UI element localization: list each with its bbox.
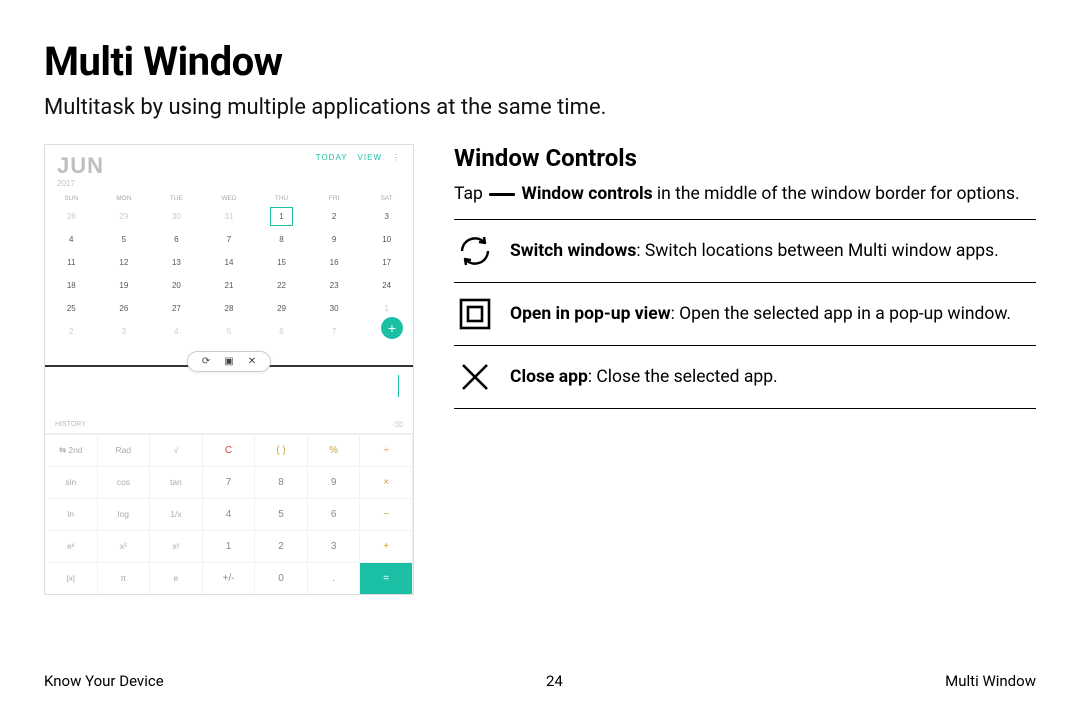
footer-left: Know Your Device (44, 672, 164, 690)
popup-view-icon (454, 293, 496, 335)
add-event-fab: + (381, 317, 403, 339)
footer-page: 24 (546, 672, 563, 690)
calendar-grid: SUNMONTUEWEDTHUFRISAT 282930311234567891… (45, 192, 413, 343)
switch-windows-icon (454, 230, 496, 272)
tap-line: Tap Window controls in the middle of the… (454, 182, 1036, 207)
close-app-icon (454, 356, 496, 398)
page-subtitle: Multitask by using multiple applications… (44, 95, 1036, 120)
close-icon: ✕ (248, 356, 256, 367)
calculator-display (45, 367, 413, 419)
calendar-view-link: VIEW (358, 153, 382, 162)
calendar-month: JUN (57, 153, 104, 178)
page-title: Multi Window (44, 38, 1036, 85)
content-row: JUN 2017 TODAY VIEW ⋮ SUNMONTUEWEDTHUFRI… (44, 144, 1036, 595)
page-footer: Know Your Device 24 Multi Window (44, 672, 1036, 690)
feature-list: Switch windows: Switch locations between… (454, 219, 1036, 409)
more-icon: ⋮ (392, 153, 401, 162)
feature-switch: Switch windows: Switch locations between… (454, 220, 1036, 283)
footer-right: Multi Window (945, 672, 1036, 690)
feature-popup: Open in pop-up view: Open the selected a… (454, 283, 1036, 346)
calendar-year: 2017 (57, 179, 104, 188)
backspace-icon: ⌫ (393, 421, 403, 429)
popup-icon: ▣ (224, 356, 233, 367)
calculator-keypad: ⇆ 2ndRad√C( )%÷sincostan789×lnlog1/x456−… (45, 434, 413, 594)
right-column: Window Controls Tap Window controls in t… (454, 144, 1036, 595)
feature-close: Close app: Close the selected app. (454, 346, 1036, 409)
switch-icon: ⟳ (202, 356, 210, 367)
device-illustration: JUN 2017 TODAY VIEW ⋮ SUNMONTUEWEDTHUFRI… (44, 144, 414, 595)
section-title: Window Controls (454, 144, 1036, 172)
calendar-today-link: TODAY (316, 153, 348, 162)
window-controls-glyph (489, 193, 515, 196)
history-label: HISTORY (55, 421, 86, 429)
